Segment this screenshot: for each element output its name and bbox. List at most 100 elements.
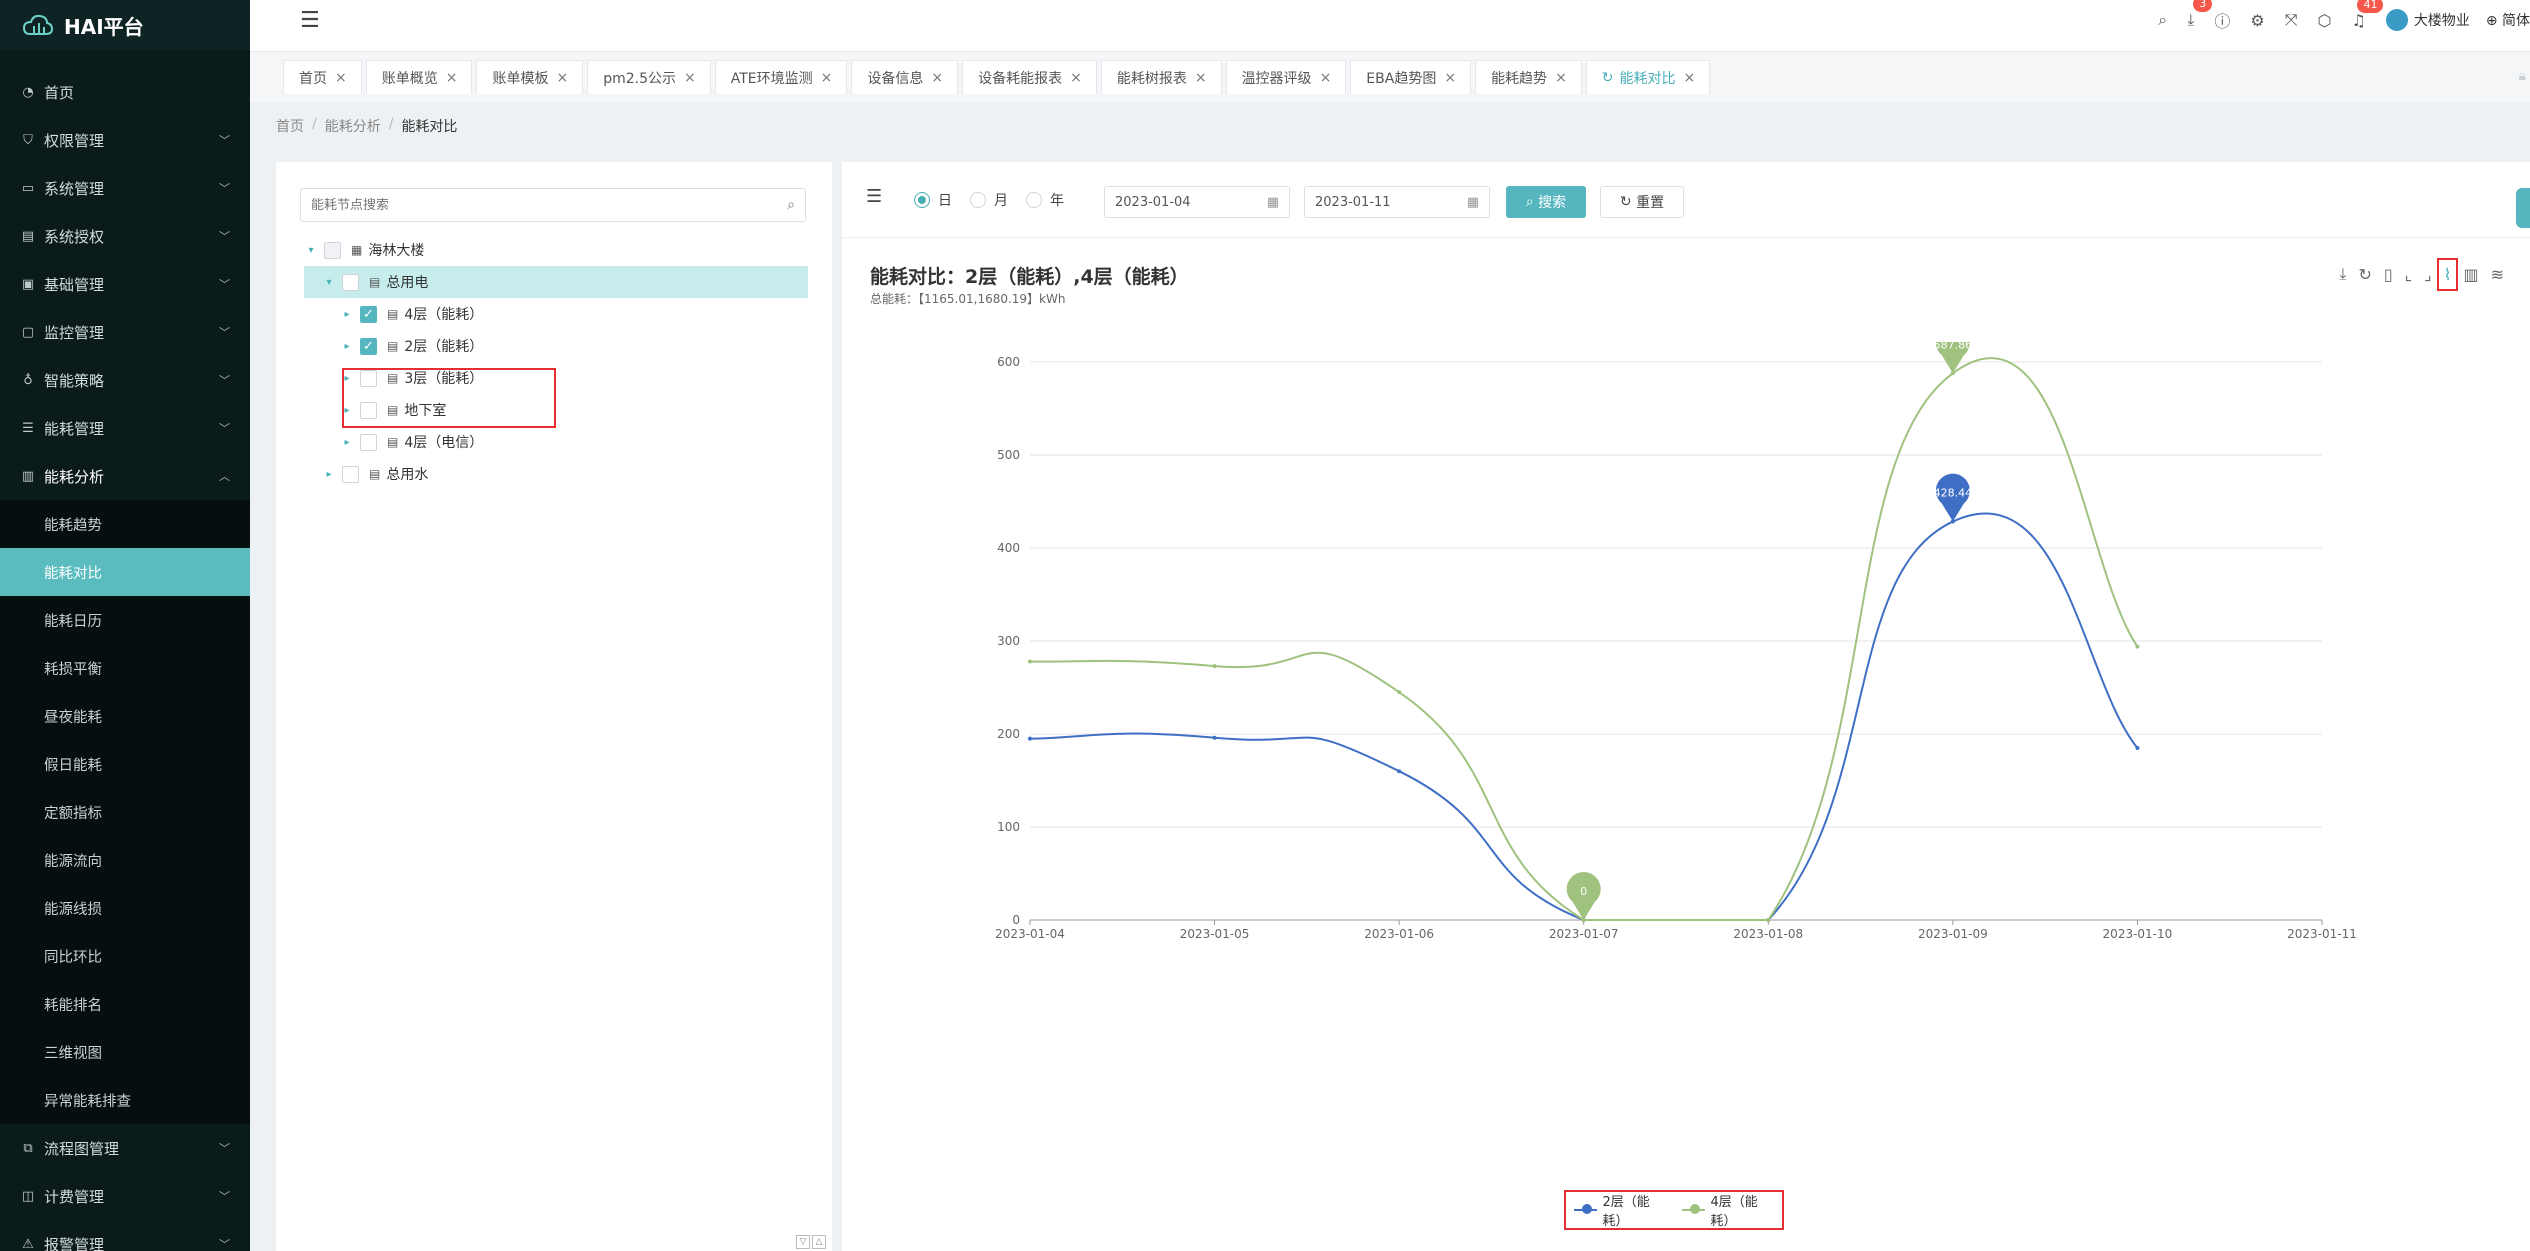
zoom-reset-icon[interactable]: ⌟ (2424, 265, 2432, 284)
sidebar-sub-item[interactable]: 能耗日历 (0, 596, 250, 644)
sidebar-sub-item[interactable]: 同比环比 (0, 932, 250, 980)
fullscreen-icon[interactable]: ⤧ (2285, 10, 2298, 30)
stack-icon[interactable]: ≋ (2491, 265, 2504, 284)
sidebar-sub-item[interactable]: 异常能耗排查 (0, 1076, 250, 1124)
close-icon[interactable]: × (1070, 70, 1082, 86)
tab-energy-compare[interactable]: ↻ 能耗对比 × (1585, 60, 1711, 94)
tab-ate[interactable]: ATE环境监测 × (714, 60, 848, 94)
collapse-up-icon[interactable]: △ (812, 1235, 826, 1249)
tab-thermostat[interactable]: 温控器评级 × (1225, 60, 1347, 94)
side-drawer-handle[interactable] (2516, 188, 2530, 228)
tab-device-info[interactable]: 设备信息 × (851, 60, 959, 94)
tab-home[interactable]: 首页 × (283, 60, 362, 94)
collapse-down-icon[interactable]: ▽ (796, 1235, 810, 1249)
tree-node[interactable]: ▾ ▦ 海林大楼 (304, 234, 808, 266)
tree-search[interactable]: ⌕ (300, 188, 806, 222)
close-icon[interactable]: × (821, 70, 833, 86)
breadcrumb-home[interactable]: 首页 (276, 116, 304, 136)
user-menu[interactable]: 大楼物业 (2385, 9, 2470, 31)
sidebar-sub-item-active[interactable]: 能耗对比 (0, 548, 250, 596)
tree-node[interactable]: ▸ ▤ 4层（电信） (304, 426, 808, 458)
close-icon[interactable]: × (1684, 70, 1696, 86)
zoom-icon[interactable]: ⌞ (2405, 265, 2413, 284)
close-icon[interactable]: × (446, 70, 458, 86)
download-icon[interactable]: ⤓ (2339, 264, 2346, 284)
radio-year[interactable]: 年 (1026, 190, 1064, 210)
close-icon[interactable]: × (931, 70, 943, 86)
legend-item-4f[interactable]: 4层（能耗） (1682, 1191, 1774, 1229)
caret-right-icon[interactable]: ▸ (322, 469, 336, 480)
tree-node[interactable]: ▸ ✓ ▤ 4层（能耗） (304, 298, 808, 330)
lock-icon[interactable]: 🔒︎ (2519, 68, 2526, 84)
legend-item-2f[interactable]: 2层（能耗） (1574, 1191, 1666, 1229)
sidebar-item-license[interactable]: ▤ 系统授权 ﹀ (0, 212, 250, 260)
tab-energy-tree[interactable]: 能耗树报表 × (1100, 60, 1222, 94)
app-logo[interactable]: HAI平台 (0, 0, 250, 50)
sidebar-sub-item[interactable]: 能源流向 (0, 836, 250, 884)
sidebar-sub-item[interactable]: 耗能排名 (0, 980, 250, 1028)
sidebar-item-flow[interactable]: ⧉ 流程图管理 ﹀ (0, 1124, 250, 1172)
checkbox[interactable] (342, 465, 359, 483)
caret-right-icon[interactable]: ▸ (340, 341, 354, 352)
close-icon[interactable]: × (1195, 70, 1207, 86)
close-icon[interactable]: × (1444, 70, 1456, 86)
cube-icon[interactable]: ⬡ (2318, 11, 2332, 30)
sidebar-item-monitor[interactable]: ▢ 监控管理 ﹀ (0, 308, 250, 356)
start-date-picker[interactable]: 2023-01-04 ▦ (1104, 186, 1290, 218)
sidebar-item-home[interactable]: ◔ 首页 (0, 68, 250, 116)
line-chart-icon[interactable]: ⌇ (2436, 257, 2459, 291)
sidebar-sub-item[interactable]: 耗损平衡 (0, 644, 250, 692)
settings-icon[interactable]: ⚙ (2250, 11, 2264, 30)
close-icon[interactable]: × (335, 70, 347, 86)
tab-device-report[interactable]: 设备耗能报表 × (962, 60, 1097, 94)
caret-down-icon[interactable]: ▾ (322, 277, 336, 288)
sidebar-sub-item[interactable]: 昼夜能耗 (0, 692, 250, 740)
tab-bill-template[interactable]: 账单模板 × (476, 60, 584, 94)
tree-node-selected[interactable]: ▾ ▤ 总用电 (304, 266, 808, 298)
data-view-icon[interactable]: ▯ (2384, 265, 2393, 284)
close-icon[interactable]: × (1320, 70, 1332, 86)
download-icon[interactable]: ⤓ 3 (2187, 0, 2213, 30)
tab-pm25[interactable]: pm2.5公示 × (587, 60, 711, 94)
radio-month[interactable]: 月 (970, 190, 1008, 210)
menu-toggle-icon[interactable]: ☰ (300, 8, 320, 33)
tab-bill-overview[interactable]: 账单概览 × (365, 60, 473, 94)
sidebar-sub-item[interactable]: 假日能耗 (0, 740, 250, 788)
reset-button[interactable]: ↻ 重置 (1600, 186, 1684, 218)
checkbox[interactable] (324, 241, 341, 259)
refresh-icon[interactable]: ↻ (2358, 265, 2371, 284)
sidebar-item-permission[interactable]: ⛉ 权限管理 ﹀ (0, 116, 250, 164)
sidebar-sub-item[interactable]: 能源线损 (0, 884, 250, 932)
sidebar-item-basic[interactable]: ▣ 基础管理 ﹀ (0, 260, 250, 308)
indent-icon[interactable]: ☰ (866, 186, 882, 207)
sidebar-item-system[interactable]: ▭ 系统管理 ﹀ (0, 164, 250, 212)
caret-down-icon[interactable]: ▾ (304, 245, 318, 256)
sidebar-sub-item[interactable]: 三维视图 (0, 1028, 250, 1076)
caret-right-icon[interactable]: ▸ (340, 309, 354, 320)
tab-eba[interactable]: EBA趋势图 × (1350, 60, 1472, 94)
sidebar-item-energy-mgmt[interactable]: ☰ 能耗管理 ﹀ (0, 404, 250, 452)
caret-right-icon[interactable]: ▸ (340, 437, 354, 448)
checkbox-checked[interactable]: ✓ (360, 337, 377, 355)
close-icon[interactable]: × (684, 70, 696, 86)
search-icon[interactable]: ⌕ (2158, 10, 2167, 30)
close-icon[interactable]: × (556, 70, 568, 86)
language-switch[interactable]: ⊕ 简体 (2486, 10, 2530, 30)
bar-chart-icon[interactable]: ▥ (2463, 265, 2478, 284)
checkbox-checked[interactable]: ✓ (360, 305, 377, 323)
sidebar-sub-item[interactable]: 能耗趋势 (0, 500, 250, 548)
sidebar-item-energy-analysis[interactable]: ▥ 能耗分析 ︿ (0, 452, 250, 500)
sidebar-item-billing[interactable]: ◫ 计费管理 ﹀ (0, 1172, 250, 1220)
tree-node[interactable]: ▸ ✓ ▤ 2层（能耗） (304, 330, 808, 362)
checkbox[interactable] (360, 433, 377, 451)
tab-energy-trend[interactable]: 能耗趋势 × (1475, 60, 1582, 94)
sidebar-item-alarm[interactable]: ⚠ 报警管理 ﹀ (0, 1220, 250, 1251)
breadcrumb-analysis[interactable]: 能耗分析 (325, 116, 381, 136)
help-icon[interactable]: ⓘ (2214, 8, 2230, 32)
checkbox[interactable] (342, 273, 359, 291)
search-icon[interactable]: ⌕ (787, 197, 795, 213)
end-date-picker[interactable]: 2023-01-11 ▦ (1304, 186, 1490, 218)
close-icon[interactable]: × (1555, 70, 1567, 86)
search-button[interactable]: ⌕ 搜索 (1506, 186, 1586, 218)
bell-icon[interactable]: ♫ 41 (2351, 0, 2384, 30)
